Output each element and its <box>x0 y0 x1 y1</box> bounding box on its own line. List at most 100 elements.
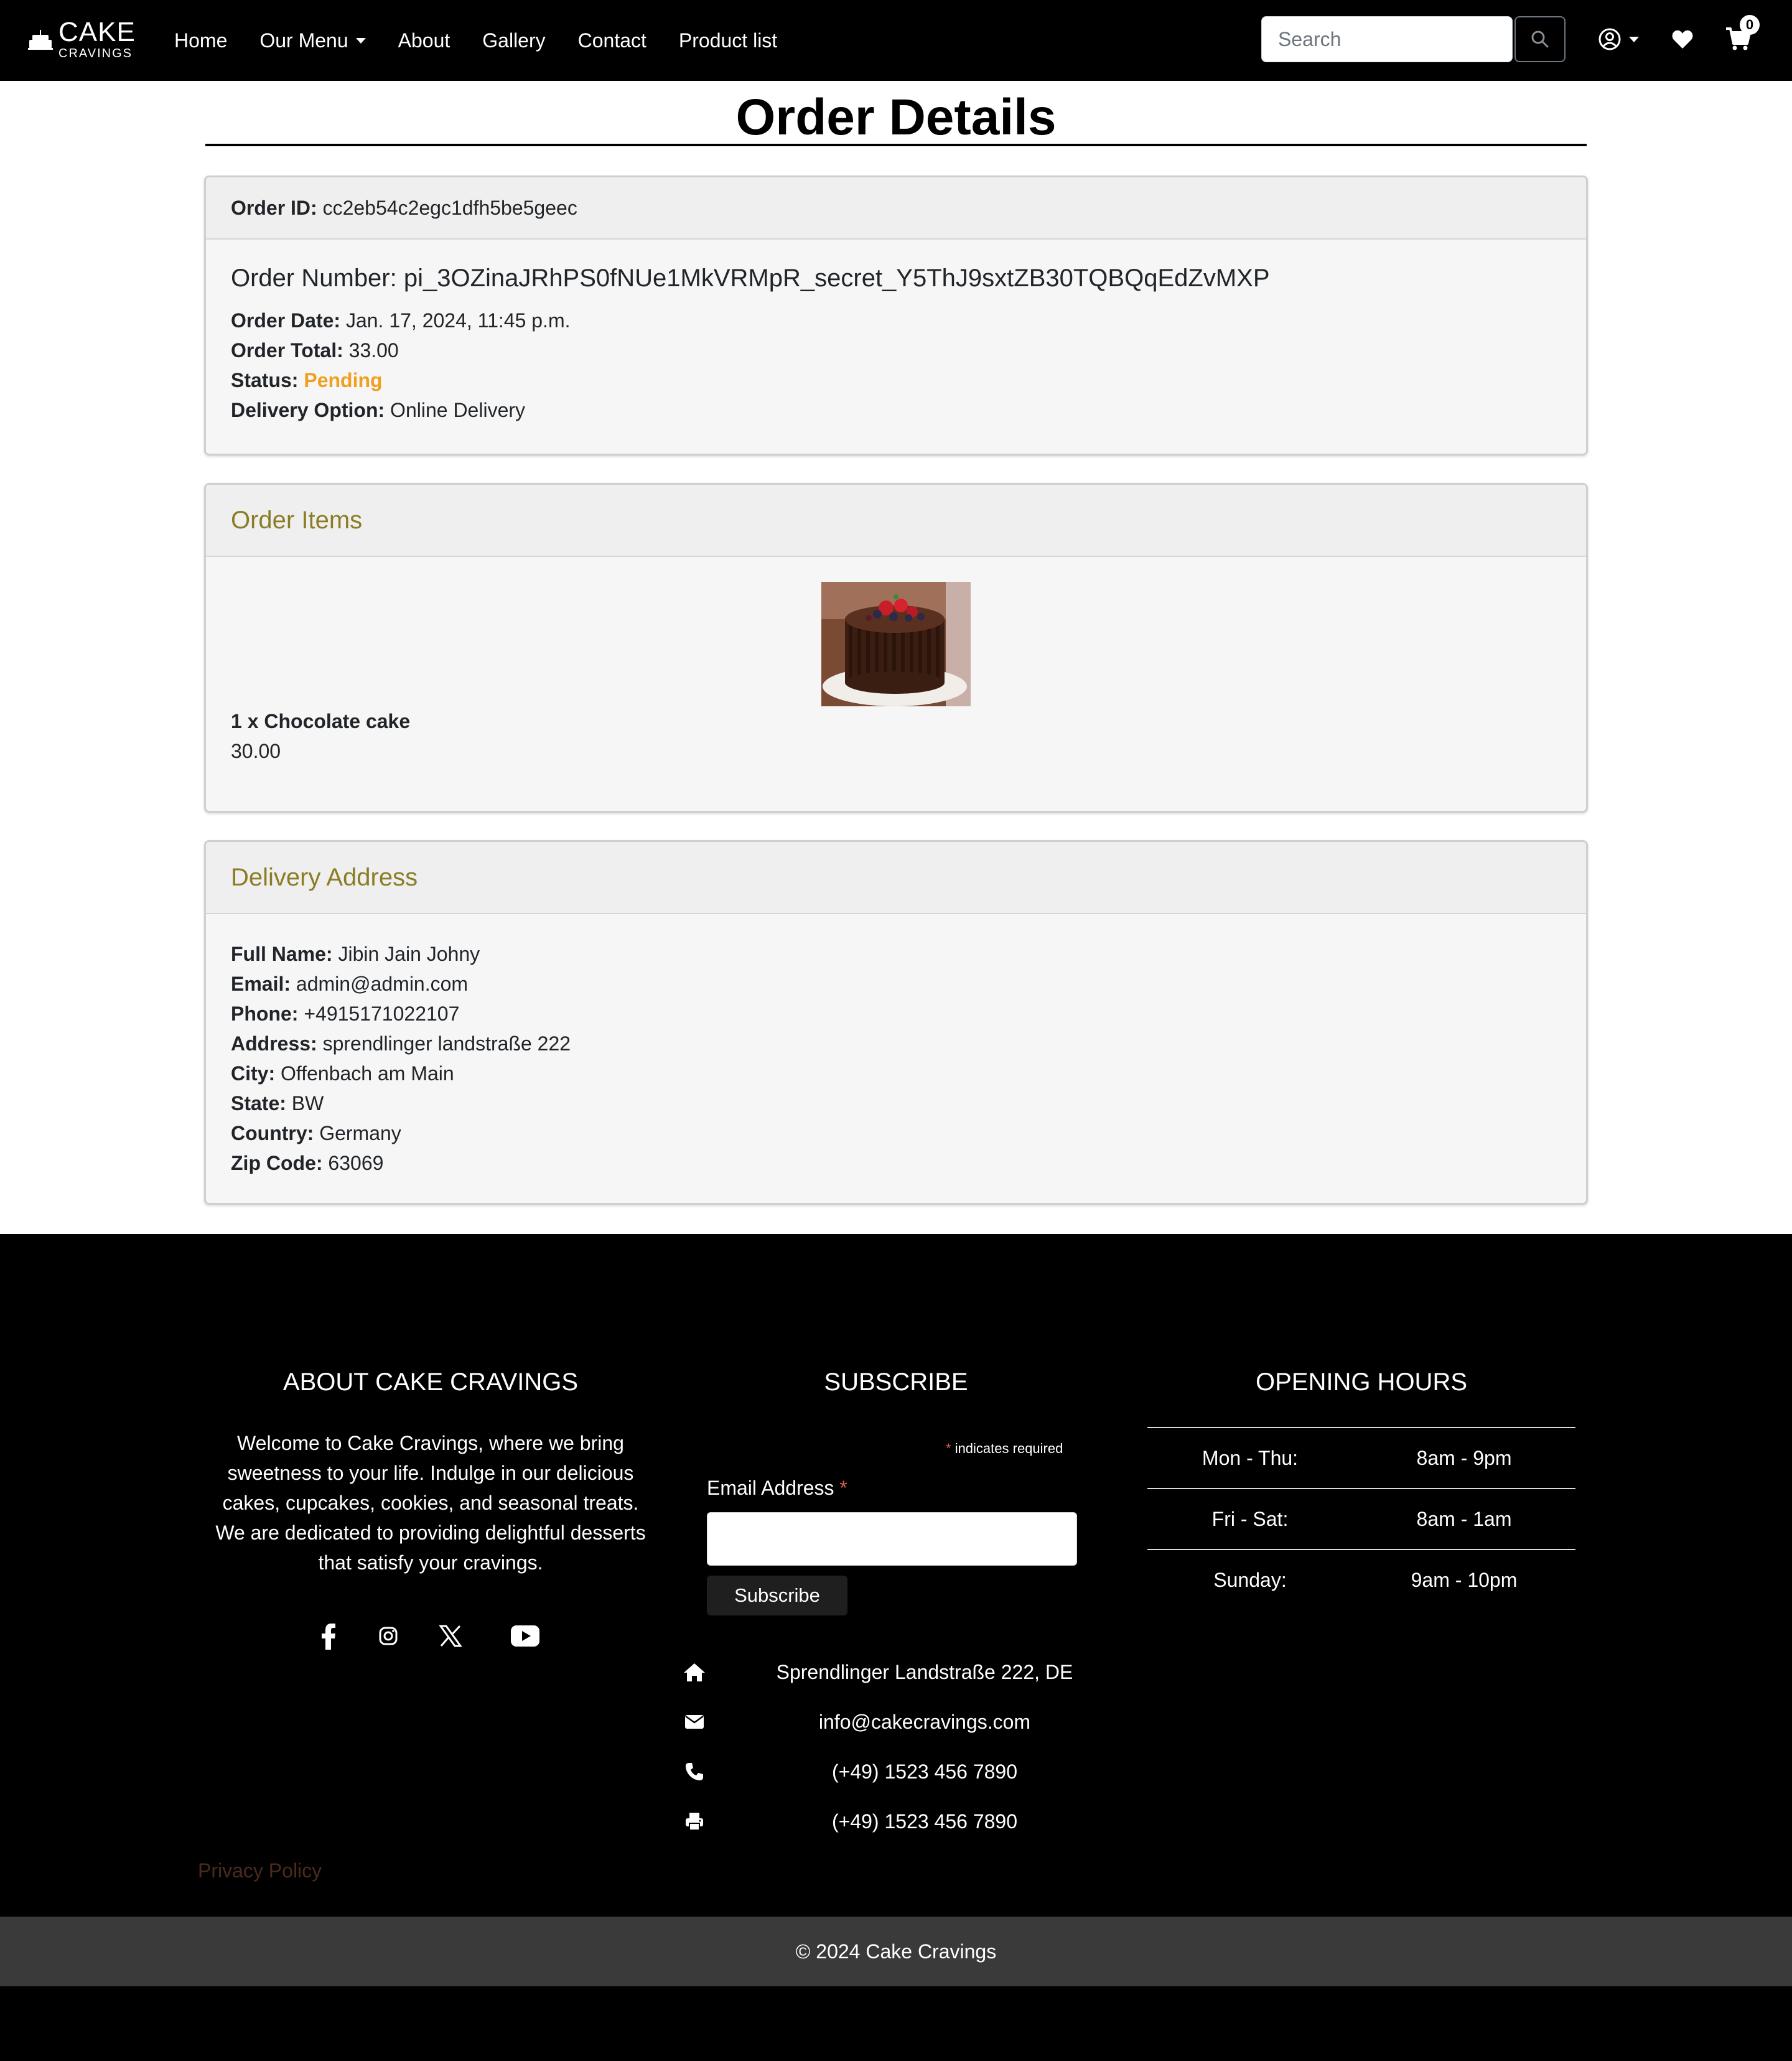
address-value: sprendlinger landstraße 222 <box>322 1032 571 1055</box>
nav-our-menu[interactable]: Our Menu <box>259 29 366 52</box>
order-number: Order Number: pi_3OZinaJRhPS0fNUe1MkVRMp… <box>231 263 1561 293</box>
order-status-value: Pending <box>304 369 383 391</box>
address-email-row: Email: admin@admin.com <box>231 969 1561 999</box>
search-input[interactable]: Search <box>1261 16 1513 62</box>
contact-email-text[interactable]: info@cakecravings.com <box>707 1711 1142 1734</box>
nav-product-list[interactable]: Product list <box>679 29 777 52</box>
title-divider <box>205 144 1587 146</box>
navbar: CAKE CRAVINGS Home Our Menu About Galler… <box>0 0 1792 81</box>
opening-hours-table: Mon - Thu: 8am - 9pm Fri - Sat: 8am - 1a… <box>1147 1427 1575 1610</box>
address-zip-row: Zip Code: 63069 <box>231 1148 1561 1178</box>
order-number-label: Order Number: <box>231 264 397 292</box>
copyright-bar: © 2024 Cake Cravings <box>0 1917 1792 1986</box>
brand-name: CAKE <box>58 17 136 47</box>
address-label: Country: <box>231 1122 314 1144</box>
footer: ABOUT CAKE CRAVINGS Welcome to Cake Crav… <box>0 1234 1792 1917</box>
about-text: Welcome to Cake Cravings, where we bring… <box>215 1432 646 1574</box>
hours-row: Sunday: 9am - 10pm <box>1147 1549 1575 1610</box>
chocolate-cake-image[interactable] <box>821 582 971 706</box>
opening-hours-title: OPENING HOURS <box>1255 1368 1468 1396</box>
subscribe-title: SUBSCRIBE <box>824 1368 968 1396</box>
address-value: Germany <box>319 1122 401 1144</box>
hours-time: 8am - 9pm <box>1416 1446 1512 1469</box>
address-value: BW <box>291 1092 324 1115</box>
heart-icon[interactable] <box>1671 29 1694 50</box>
address-label: Address: <box>231 1032 317 1055</box>
main-content: Order Details Order ID: cc2eb54c2egc1dfh… <box>0 81 1792 1234</box>
contact-address-text: Sprendlinger Landstraße 222, DE <box>776 1660 1073 1683</box>
page-title: Order Details <box>735 89 1057 146</box>
order-number-value: pi_3OZinaJRhPS0fNUe1MkVRMpR_secret_Y5ThJ… <box>403 264 1270 292</box>
address-phone-row: Phone: +4915171022107 <box>231 999 1561 1029</box>
cake-logo-icon <box>28 30 53 50</box>
order-items-title: Order Items <box>231 506 363 534</box>
address-label: Full Name: <box>231 943 333 965</box>
nav-contact[interactable]: Contact <box>578 29 646 52</box>
address-value: Jibin Jain Johny <box>338 943 480 965</box>
facebook-icon[interactable] <box>317 1621 340 1652</box>
contact-fax: (+49) 1523 456 7890 <box>682 1803 1142 1840</box>
hours-day: Fri - Sat: <box>1211 1507 1289 1530</box>
order-summary-card: Order ID: cc2eb54c2egc1dfh5be5geec Order… <box>204 175 1588 456</box>
nav-about[interactable]: About <box>398 29 450 52</box>
privacy-policy-link[interactable]: Privacy Policy <box>198 1859 322 1882</box>
address-full-name-row: Full Name: Jibin Jain Johny <box>231 939 1561 969</box>
youtube-icon[interactable] <box>510 1624 540 1648</box>
hours-time: 8am - 1am <box>1416 1507 1512 1530</box>
nav-home[interactable]: Home <box>174 29 227 52</box>
user-circle-icon <box>1598 28 1621 50</box>
cart-count-badge: 0 <box>1740 15 1760 35</box>
order-items-header: Order Items <box>206 485 1586 557</box>
order-item-name: 1 x Chocolate cake <box>231 710 411 732</box>
nav-gallery[interactable]: Gallery <box>482 29 545 52</box>
address-label: Zip Code: <box>231 1152 323 1174</box>
address-country-row: Country: Germany <box>231 1118 1561 1148</box>
printer-icon <box>682 1811 707 1831</box>
order-date-row: Order Date: Jan. 17, 2024, 11:45 p.m. <box>231 306 1561 335</box>
delivery-option-value: Online Delivery <box>390 399 526 421</box>
order-item-price: 30.00 <box>231 740 281 762</box>
delivery-address-card: Delivery Address Full Name: Jibin Jain J… <box>204 840 1588 1205</box>
contact-fax-text: (+49) 1523 456 7890 <box>831 1810 1018 1833</box>
nav-links: Home Our Menu About Gallery Contact Prod… <box>174 0 810 81</box>
order-id-value: cc2eb54c2egc1dfh5be5geec <box>322 197 577 219</box>
page-bottom <box>0 1986 1792 2061</box>
email-field[interactable] <box>707 1512 1077 1566</box>
order-total-row: Order Total: 33.00 <box>231 335 1561 365</box>
address-city-row: City: Offenbach am Main <box>231 1059 1561 1088</box>
contact-phone-text[interactable]: (+49) 1523 456 7890 <box>707 1760 1142 1783</box>
order-items-card: Order Items 1 x Chocolate cake 30.00 <box>204 483 1588 813</box>
order-status-row: Status: Pending <box>231 365 1561 395</box>
order-total-label: Order Total: <box>231 339 343 362</box>
user-menu[interactable] <box>1598 27 1639 51</box>
address-street-row: Address: sprendlinger landstraße 222 <box>231 1029 1561 1059</box>
delivery-option-row: Delivery Option: Online Delivery <box>231 395 1561 425</box>
subscribe-button[interactable]: Subscribe <box>707 1576 847 1615</box>
required-asterisk: * <box>839 1477 847 1499</box>
required-note-text: indicates required <box>954 1441 1063 1456</box>
contact-phone: (+49) 1523 456 7890 <box>682 1753 1142 1790</box>
x-twitter-icon[interactable] <box>438 1622 463 1650</box>
search-icon <box>1531 30 1549 48</box>
copyright-text: © 2024 Cake Cravings <box>795 1940 997 1963</box>
about-title: ABOUT CAKE CRAVINGS <box>282 1368 579 1396</box>
order-total-value: 33.00 <box>348 339 399 362</box>
order-date-label: Order Date: <box>231 309 341 332</box>
email-address-label: Email Address * <box>707 1477 847 1500</box>
caret-down-icon <box>1629 36 1639 42</box>
address-value: Offenbach am Main <box>281 1062 454 1085</box>
nav-our-menu-label: Our Menu <box>259 29 348 52</box>
home-icon <box>682 1662 707 1682</box>
brand-logo[interactable]: CAKE CRAVINGS <box>27 19 136 60</box>
delivery-option-label: Delivery Option: <box>231 399 385 421</box>
hours-day: Sunday: <box>1213 1568 1287 1591</box>
order-id-label: Order ID: <box>231 197 317 219</box>
order-date-value: Jan. 17, 2024, 11:45 p.m. <box>345 309 571 332</box>
search-button[interactable] <box>1514 16 1566 62</box>
contact-address: Sprendlinger Landstraße 222, DE <box>682 1653 1142 1691</box>
instagram-icon[interactable] <box>377 1624 399 1648</box>
caret-down-icon <box>355 37 366 44</box>
address-label: State: <box>231 1092 286 1115</box>
hours-row: Mon - Thu: 8am - 9pm <box>1147 1427 1575 1488</box>
required-asterisk: * <box>946 1441 951 1456</box>
